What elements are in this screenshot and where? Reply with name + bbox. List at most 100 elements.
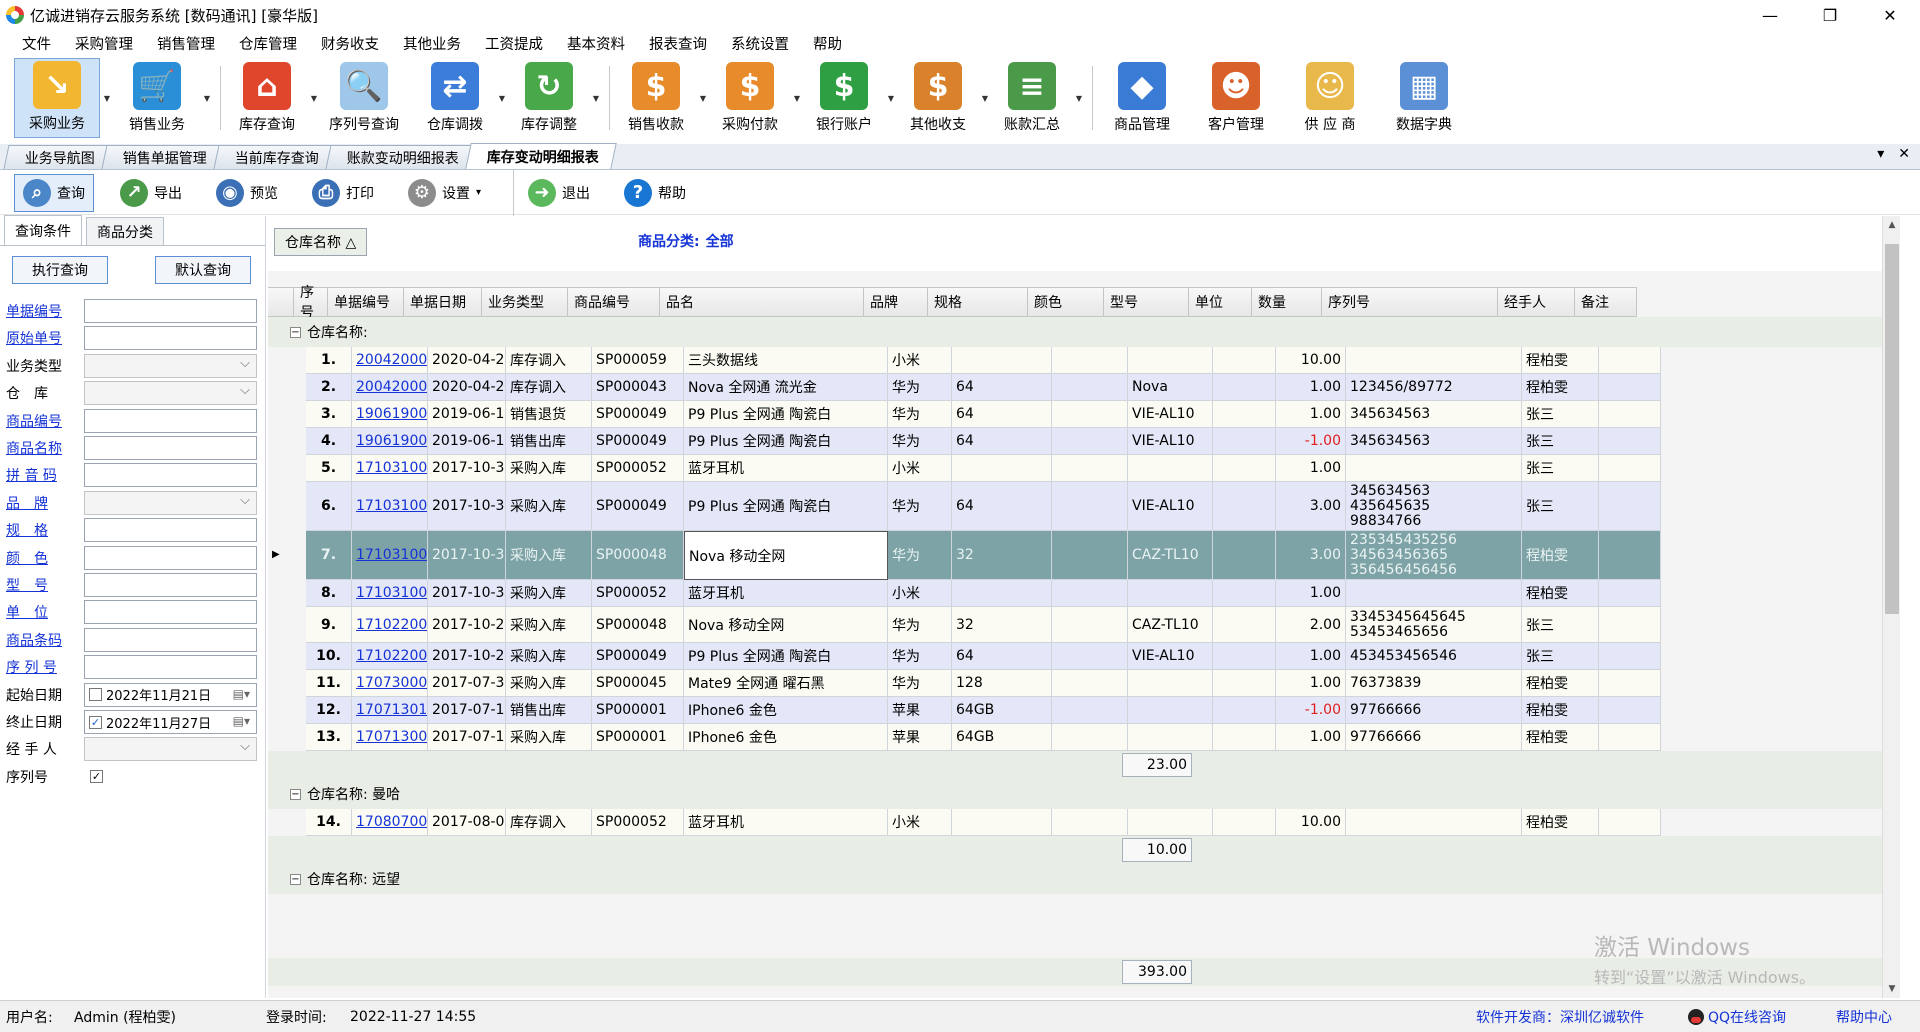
table-row[interactable]: 4.1906190012019-06-19销售出库SP000049P9 Plus… — [306, 428, 1661, 455]
close-window-button[interactable]: ✕ — [1860, 0, 1920, 30]
tab-product-categories[interactable]: 商品分类 — [86, 217, 164, 245]
type-cell[interactable]: 采购入库 — [506, 643, 592, 670]
name-cell[interactable]: IPhone6 金色 — [684, 697, 888, 724]
field-input[interactable] — [84, 600, 257, 625]
seq-cell[interactable]: 13. — [306, 724, 352, 751]
field-input[interactable] — [84, 627, 257, 652]
doc-number-cell[interactable]: 171031001 — [352, 531, 428, 580]
spec-cell[interactable]: 64GB — [952, 697, 1052, 724]
brand-cell[interactable]: 华为 — [888, 482, 952, 531]
field-label[interactable]: 规 格 — [6, 520, 84, 540]
chevron-down-icon[interactable]: ▼ — [884, 58, 898, 138]
field-input[interactable] — [84, 408, 257, 433]
model-cell[interactable]: VIE-AL10 — [1128, 401, 1213, 428]
doc-number-link[interactable]: 170713001 — [356, 729, 427, 745]
brand-cell[interactable]: 华为 — [888, 531, 952, 580]
name-cell[interactable]: Mate9 全网通 曜石黑 — [684, 670, 888, 697]
name-cell[interactable]: 蓝牙耳机 — [684, 580, 888, 607]
column-header-model[interactable]: 型号 — [1104, 288, 1189, 316]
table-row[interactable]: 13.1707130012017-07-13采购入库SP000001IPhone… — [306, 724, 1661, 751]
handler-cell[interactable]: 程柏雯 — [1522, 697, 1599, 724]
column-header-color[interactable]: 颜色 — [1028, 288, 1104, 316]
model-cell[interactable] — [1128, 724, 1213, 751]
doc-number-cell[interactable]: 170713001 — [352, 724, 428, 751]
field-label[interactable]: 商品编号 — [6, 411, 84, 431]
field-input[interactable] — [84, 463, 257, 488]
handler-cell[interactable]: 程柏雯 — [1522, 531, 1599, 580]
menu-item-9[interactable]: 系统设置 — [719, 33, 801, 54]
field-input[interactable] — [84, 655, 257, 680]
table-row[interactable]: 14.1708070022017-08-07库存调入SP000052蓝牙耳机小米… — [306, 809, 1661, 836]
toolbar-button-4[interactable]: ⇄ 仓库调拨 — [415, 58, 495, 138]
handler-cell[interactable]: 程柏雯 — [1522, 374, 1599, 401]
code-cell[interactable]: SP000001 — [592, 697, 684, 724]
spec-cell[interactable]: 32 — [952, 607, 1052, 643]
unit-cell[interactable] — [1213, 428, 1276, 455]
brand-cell[interactable]: 苹果 — [888, 697, 952, 724]
quantity-cell[interactable]: 1.00 — [1276, 724, 1346, 751]
doc-number-cell[interactable]: 171022002 — [352, 643, 428, 670]
chevron-down-icon[interactable]: ▼ — [495, 58, 509, 138]
quantity-cell[interactable]: -1.00 — [1276, 697, 1346, 724]
doc-number-link[interactable]: 170713011 — [356, 702, 427, 718]
doc-number-cell[interactable]: 200420001 — [352, 374, 428, 401]
date-cell[interactable]: 2019-06-19 — [428, 401, 506, 428]
column-header-unit[interactable]: 单位 — [1189, 288, 1252, 316]
developer-link[interactable]: 软件开发商：深圳亿诚软件 — [1476, 1007, 1644, 1027]
chevron-down-icon[interactable]: ▼ — [1072, 58, 1086, 138]
toolbar-button-14[interactable]: ▦ 数据字典 — [1381, 58, 1467, 138]
handler-cell[interactable]: 程柏雯 — [1522, 809, 1599, 836]
unit-cell[interactable] — [1213, 670, 1276, 697]
group-row[interactable]: − 仓库名称: 曼哈 — [268, 779, 1900, 809]
tab-2[interactable]: 当前库存查询 — [213, 145, 337, 169]
model-cell[interactable] — [1128, 809, 1213, 836]
table-row[interactable]: 8.1710310012017-10-31采购入库SP000052蓝牙耳机小米 1… — [306, 580, 1661, 607]
spec-cell[interactable]: 128 — [952, 670, 1052, 697]
unit-cell[interactable] — [1213, 374, 1276, 401]
name-cell[interactable]: 三头数据线 — [684, 347, 888, 374]
column-header-note[interactable]: 备注 — [1575, 288, 1637, 316]
type-cell[interactable]: 销售出库 — [506, 697, 592, 724]
code-cell[interactable]: SP000049 — [592, 482, 684, 531]
unit-cell[interactable] — [1213, 643, 1276, 670]
note-cell[interactable] — [1599, 809, 1661, 836]
date-cell[interactable]: 2017-10-31 — [428, 580, 506, 607]
date-cell[interactable]: 2017-08-07 — [428, 809, 506, 836]
doc-number-link[interactable]: 190619002 — [356, 406, 427, 422]
calendar-icon[interactable]: ▤▾ — [233, 687, 250, 701]
color-cell[interactable] — [1052, 401, 1128, 428]
note-cell[interactable] — [1599, 607, 1661, 643]
date-cell[interactable]: 2017-10-31 — [428, 482, 506, 531]
print-button[interactable]: ⎙ 打印 — [304, 174, 382, 212]
type-cell[interactable]: 采购入库 — [506, 670, 592, 697]
seq-cell[interactable]: 14. — [306, 809, 352, 836]
field-input[interactable] — [84, 436, 257, 460]
type-cell[interactable]: 销售退货 — [506, 401, 592, 428]
brand-cell[interactable]: 华为 — [888, 643, 952, 670]
field-label[interactable]: 商品名称 — [6, 438, 84, 458]
field-input[interactable] — [84, 573, 257, 597]
toolbar-button-11[interactable]: ◆ 商品管理 — [1099, 58, 1185, 138]
doc-number-cell[interactable]: 171031003 — [352, 482, 428, 531]
restore-button[interactable]: ❐ — [1800, 0, 1860, 30]
note-cell[interactable] — [1599, 347, 1661, 374]
name-cell[interactable]: P9 Plus 全网通 陶瓷白 — [684, 401, 888, 428]
model-cell[interactable] — [1128, 670, 1213, 697]
doc-number-cell[interactable]: 170730001 — [352, 670, 428, 697]
doc-number-link[interactable]: 171031001 — [356, 547, 427, 563]
type-cell[interactable]: 库存调入 — [506, 809, 592, 836]
date-cell[interactable]: 2017-10-31 — [428, 531, 506, 580]
toolbar-button-6[interactable]: $ 销售收款 — [616, 58, 696, 138]
serial-cell[interactable]: 3345345645645 53453465656 — [1346, 607, 1522, 643]
unit-cell[interactable] — [1213, 455, 1276, 482]
preview-button[interactable]: ◉ 预览 — [208, 174, 286, 212]
seq-cell[interactable]: 1. — [306, 347, 352, 374]
doc-number-link[interactable]: 170730001 — [356, 675, 427, 691]
quantity-cell[interactable]: 1.00 — [1276, 670, 1346, 697]
exit-button[interactable]: ➜ 退出 — [520, 174, 598, 212]
name-cell[interactable]: P9 Plus 全网通 陶瓷白 — [684, 643, 888, 670]
group-by-warehouse-chip[interactable]: 仓库名称 △ — [274, 228, 368, 256]
unit-cell[interactable] — [1213, 482, 1276, 531]
code-cell[interactable]: SP000045 — [592, 670, 684, 697]
doc-number-link[interactable]: 200420001 — [356, 352, 427, 368]
